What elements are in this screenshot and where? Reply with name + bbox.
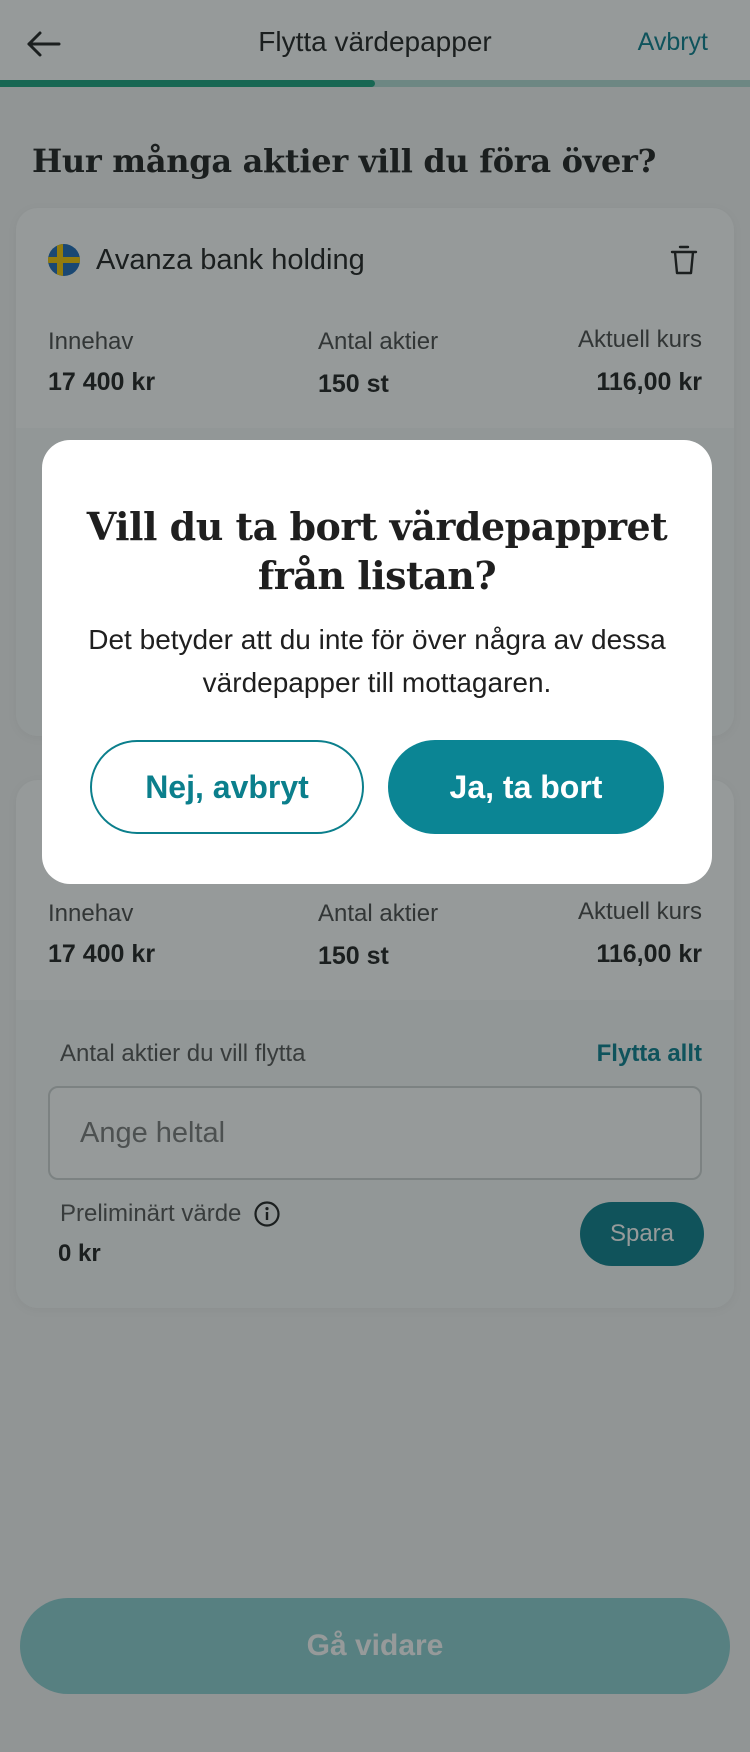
confirm-remove-button[interactable]: Ja, ta bort [388, 740, 664, 834]
dialog-body: Det betyder att du inte för över några a… [88, 624, 666, 698]
confirm-remove-dialog: Vill du ta bort värdepappret från listan… [42, 440, 712, 884]
dialog-title: Vill du ta bort värdepappret från listan… [86, 504, 668, 598]
cancel-remove-button[interactable]: Nej, avbryt [90, 740, 364, 834]
